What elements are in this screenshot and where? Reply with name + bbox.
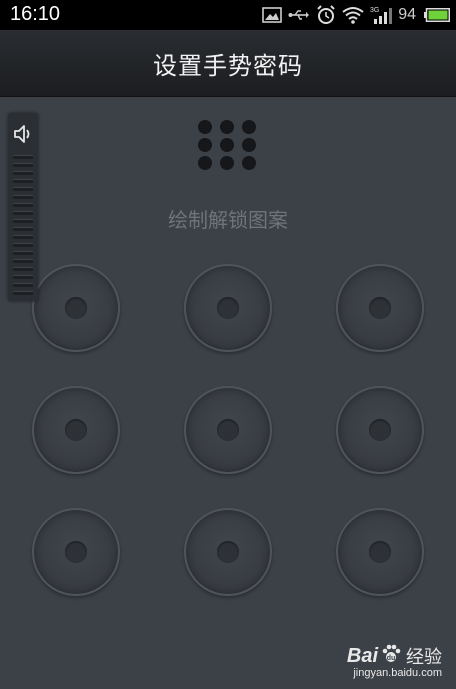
baidu-jingyan-watermark: Bai du 经验 jingyan.baidu.com bbox=[346, 643, 442, 680]
pattern-lock-grid[interactable] bbox=[0, 0, 456, 689]
speaker-icon bbox=[12, 123, 34, 149]
pattern-node-9[interactable] bbox=[336, 508, 424, 596]
svg-text:du: du bbox=[387, 655, 396, 662]
watermark-url: jingyan.baidu.com bbox=[353, 667, 442, 679]
watermark-brand-right: 经验 bbox=[406, 647, 442, 668]
pattern-node-2[interactable] bbox=[184, 264, 272, 352]
pattern-node-7[interactable] bbox=[32, 508, 120, 596]
watermark-brand-left: Bai bbox=[346, 644, 378, 667]
volume-level-bars[interactable] bbox=[13, 155, 33, 299]
pattern-node-5[interactable] bbox=[184, 386, 272, 474]
volume-overlay[interactable] bbox=[8, 113, 38, 301]
pattern-node-4[interactable] bbox=[32, 386, 120, 474]
pattern-node-8[interactable] bbox=[184, 508, 272, 596]
pattern-node-6[interactable] bbox=[336, 386, 424, 474]
pattern-node-3[interactable] bbox=[336, 264, 424, 352]
pattern-node-1[interactable] bbox=[32, 264, 120, 352]
paw-icon: du bbox=[380, 643, 402, 669]
